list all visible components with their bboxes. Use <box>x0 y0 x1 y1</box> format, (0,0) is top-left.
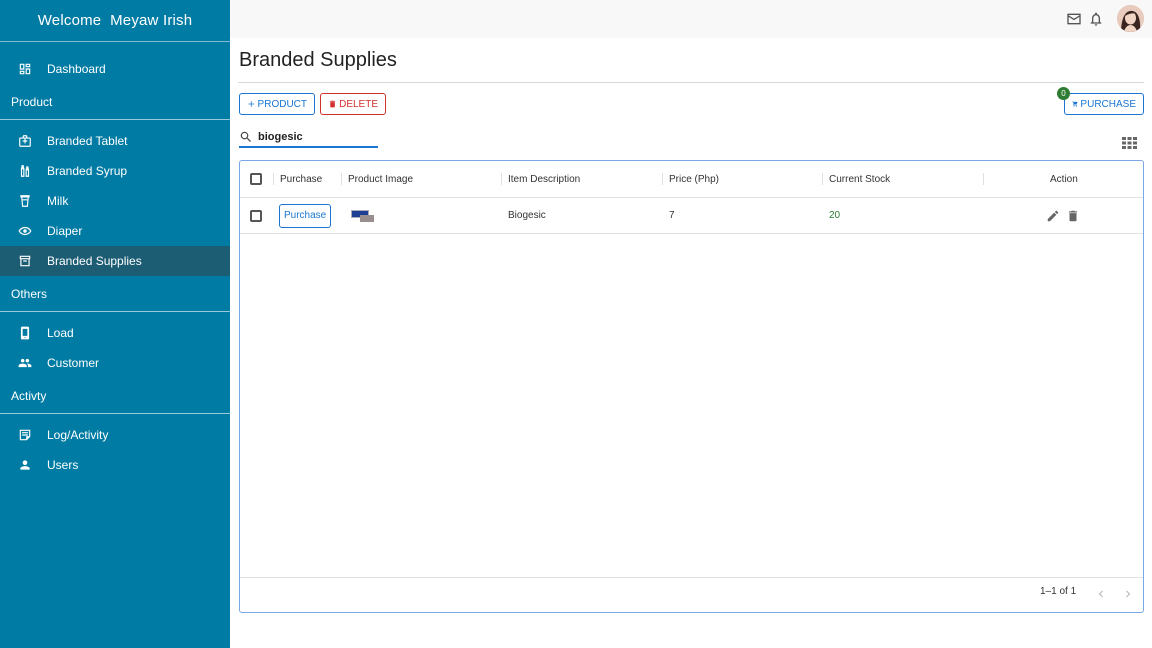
section-activity: Activty <box>0 378 230 414</box>
sidebar-item-label: Milk <box>47 194 69 208</box>
delete-row-icon[interactable] <box>1066 209 1080 223</box>
sidebar-item-label: Customer <box>47 356 100 370</box>
sidebar-item-diaper[interactable]: Diaper <box>0 216 230 246</box>
delete-label: DELETE <box>339 98 378 110</box>
person-icon <box>18 458 32 472</box>
sidebar-item-branded-tablet[interactable]: Branded Tablet <box>0 126 230 156</box>
phone-icon <box>18 326 32 340</box>
trash-icon <box>329 100 336 108</box>
sidebar-item-customer[interactable]: Customer <box>0 348 230 378</box>
welcome-text: Welcome Meyaw Irish <box>0 0 230 42</box>
medical-bag-icon <box>18 134 32 148</box>
sidebar-item-users[interactable]: Users <box>0 450 230 480</box>
column-separator <box>501 173 502 185</box>
sidebar-item-load[interactable]: Load <box>0 318 230 348</box>
edit-icon[interactable] <box>1046 209 1060 223</box>
sidebar-item-label: Diaper <box>47 224 83 238</box>
pagination-text: 1–1 of 1 <box>1040 586 1077 597</box>
search-icon <box>240 131 251 142</box>
cup-icon <box>18 194 32 208</box>
search-field[interactable] <box>239 127 378 148</box>
page-title: Branded Supplies <box>239 49 397 71</box>
column-separator <box>341 173 342 185</box>
product-image[interactable] <box>350 209 374 223</box>
grid-view-icon[interactable] <box>1122 136 1137 149</box>
search-input[interactable] <box>258 130 368 143</box>
column-header-item-description[interactable]: Item Description <box>508 161 580 197</box>
add-product-button[interactable]: PRODUCT <box>239 93 315 115</box>
bottles-icon <box>18 164 32 178</box>
plus-icon <box>248 101 255 107</box>
column-header-price[interactable]: Price (Php) <box>669 161 719 197</box>
column-separator <box>273 173 274 185</box>
sidebar-item-label: Log/Activity <box>47 428 109 442</box>
price: 7 <box>669 210 675 221</box>
people-icon <box>18 356 32 370</box>
archive-icon <box>18 254 32 268</box>
sidebar-item-label: Dashboard <box>47 62 106 76</box>
current-stock: 20 <box>829 210 841 221</box>
sidebar-item-label: Branded Supplies <box>47 254 142 268</box>
column-header-action: Action <box>1050 173 1078 185</box>
row-purchase-button[interactable]: Purchase <box>279 203 332 228</box>
table-footer: 1–1 of 1 <box>240 577 1143 612</box>
column-header-product-image[interactable]: Product Image <box>348 161 413 197</box>
column-separator <box>662 173 663 185</box>
purchase-cart-button[interactable]: PURCHASE <box>1064 93 1144 115</box>
column-header-current-stock[interactable]: Current Stock <box>829 161 890 197</box>
chevron-right-icon[interactable] <box>1121 587 1135 601</box>
mail-icon[interactable] <box>1066 11 1082 27</box>
bell-icon[interactable] <box>1088 11 1104 27</box>
sidebar-item-branded-syrup[interactable]: Branded Syrup <box>0 156 230 186</box>
data-table: Purchase Product Image Item Description … <box>239 160 1144 613</box>
sidebar-item-dashboard[interactable]: Dashboard <box>0 54 230 84</box>
table-header: Purchase Product Image Item Description … <box>240 161 1143 198</box>
top-bar <box>230 0 1152 38</box>
section-product: Product <box>0 84 230 120</box>
sidebar-item-log-activity[interactable]: Log/Activity <box>0 420 230 450</box>
select-all-checkbox[interactable] <box>250 173 262 185</box>
sidebar-item-label: Load <box>47 326 74 340</box>
dashboard-icon <box>18 62 32 76</box>
purchase-label: PURCHASE <box>1080 98 1136 110</box>
sidebar-item-label: Branded Tablet <box>47 134 128 148</box>
row-checkbox[interactable] <box>250 209 262 222</box>
delete-button[interactable]: DELETE <box>320 93 386 115</box>
eye-icon <box>18 224 32 238</box>
sidebar-item-milk[interactable]: Milk <box>0 186 230 216</box>
avatar[interactable] <box>1117 5 1144 32</box>
sidebar: Welcome Meyaw Irish Dashboard Product Br… <box>0 0 230 648</box>
column-header-purchase[interactable]: Purchase <box>280 161 322 197</box>
table-row[interactable]: Purchase Biogesic 7 20 <box>240 198 1143 234</box>
sidebar-item-branded-supplies[interactable]: Branded Supplies <box>0 246 230 276</box>
title-divider <box>238 82 1144 83</box>
cart-badge: 0 <box>1057 87 1070 100</box>
column-separator <box>983 173 984 185</box>
sidebar-item-label: Branded Syrup <box>47 164 128 178</box>
section-others: Others <box>0 276 230 312</box>
cart-icon <box>1072 101 1078 107</box>
sidebar-item-label: Users <box>47 458 79 472</box>
item-description: Biogesic <box>508 210 546 221</box>
column-separator <box>822 173 823 185</box>
note-icon <box>18 428 32 442</box>
chevron-left-icon[interactable] <box>1094 587 1108 601</box>
add-product-label: PRODUCT <box>257 98 307 110</box>
